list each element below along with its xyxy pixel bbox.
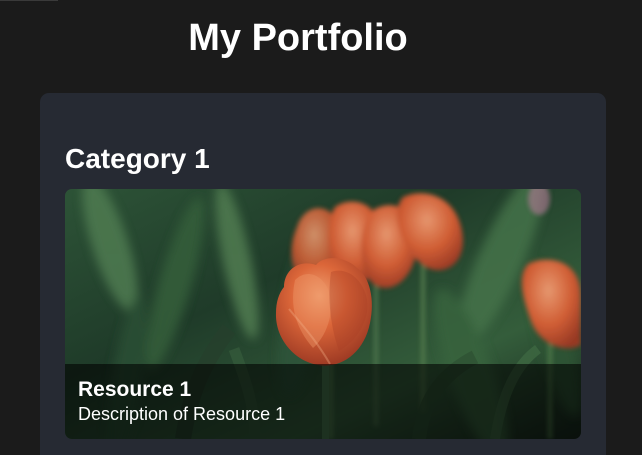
category-title: Category 1 <box>65 143 210 174</box>
resource-description: Description of Resource 1 <box>78 404 286 424</box>
window-edge-line <box>0 0 58 1</box>
resource-caption-overlay: Resource 1 Description of Resource 1 <box>65 364 581 439</box>
page-title: My Portfolio <box>188 17 408 59</box>
resource-card[interactable]: Resource 1 Description of Resource 1 <box>65 189 581 439</box>
portfolio-page: My Portfolio Category 1 Resource 1 Descr… <box>0 0 642 455</box>
category-panel: Category 1 Resource 1 Description of Res… <box>40 93 606 455</box>
resource-title: Resource 1 <box>78 378 192 401</box>
